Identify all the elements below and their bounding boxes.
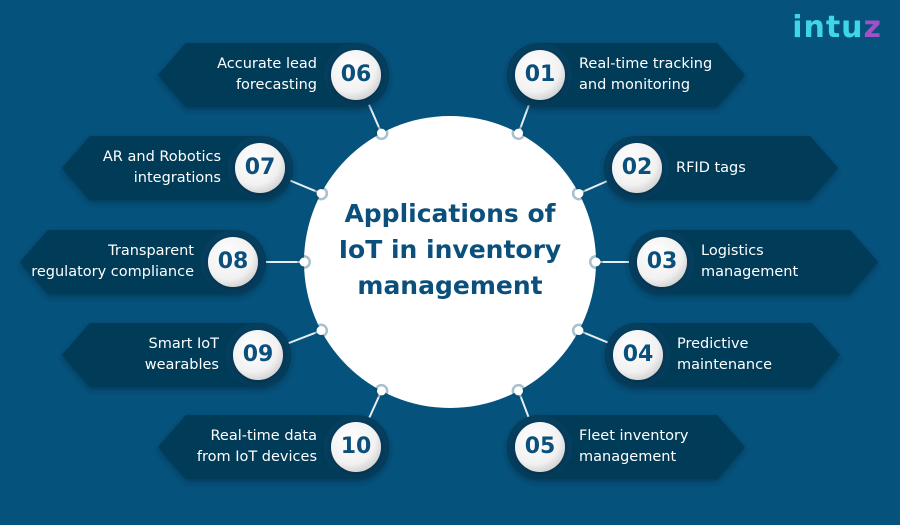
number-text-02: 02 [621,155,653,180]
application-label-10: Real-time data from IoT devices [196,428,317,465]
connector-dot-01 [514,128,524,138]
application-label-06: Accurate lead forecasting [217,56,317,93]
application-label-08: Transparent regulatory compliance [31,243,194,280]
application-label-04: Predictive maintenance [677,336,772,373]
number-text-07: 07 [244,155,276,180]
connector-dot-10 [376,386,386,396]
connector-dot-09 [316,326,326,336]
center-title: Applications of IoT in inventory managem… [304,196,596,304]
application-label-09: Smart IoT wearables [144,336,219,373]
logo-accent-letter: z [863,10,882,45]
infographic: intuz Applications of IoT in inventory m… [0,0,900,525]
number-text-04: 04 [622,342,654,367]
number-text-03: 03 [646,249,678,274]
application-label-01: Real-time tracking and monitoring [579,56,713,93]
application-label-07: AR and Robotics integrations [102,149,221,186]
connector-dot-04 [574,326,584,336]
number-text-08: 08 [217,249,249,274]
number-text-06: 06 [340,62,372,87]
number-text-09: 09 [242,342,274,367]
application-label-02: RFID tags [676,159,746,176]
connector-dot-05 [514,386,524,396]
number-text-05: 05 [524,434,556,459]
application-label-03: Logistics management [701,243,799,280]
connector-dot-06 [376,128,386,138]
application-label-05: Fleet inventory management [579,428,689,465]
intuz-logo: intuz [792,10,882,45]
logo-text: intu [792,10,864,45]
number-text-01: 01 [524,62,556,87]
center-title-line-1: Applications of [344,199,556,228]
center-title-line-3: management [357,271,543,300]
number-text-10: 10 [340,434,372,459]
center-title-line-2: IoT in inventory [338,235,562,264]
